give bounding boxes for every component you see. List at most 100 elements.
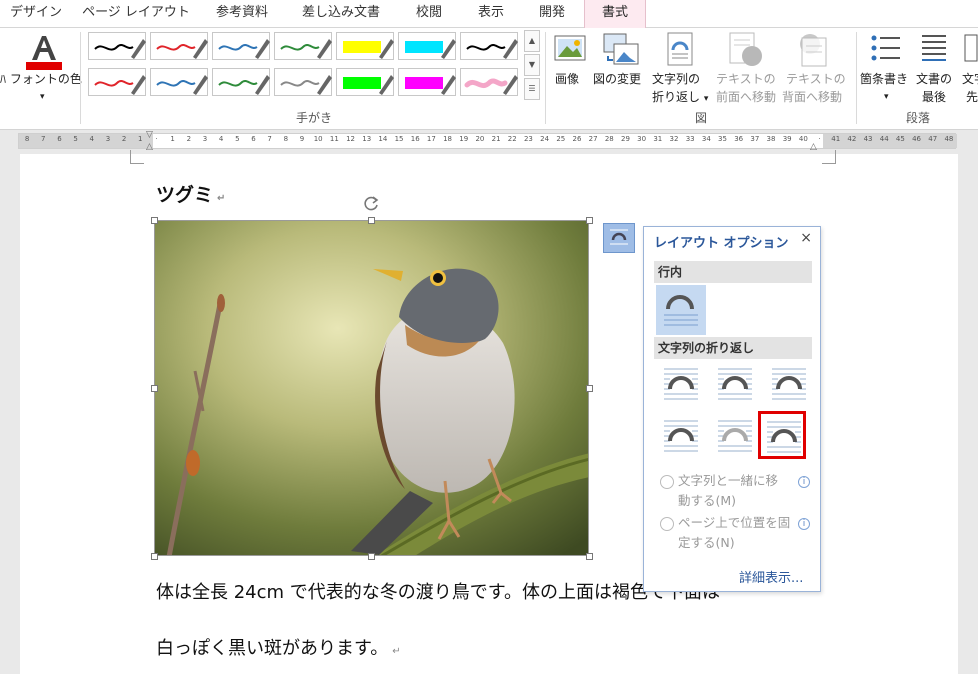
wrap-text-button[interactable] bbox=[664, 32, 696, 66]
pen-option[interactable] bbox=[336, 68, 394, 96]
tab-format[interactable]: 書式 bbox=[584, 0, 646, 28]
info-icon[interactable]: i bbox=[798, 518, 810, 530]
chevron-down-icon[interactable]: ▾ bbox=[40, 88, 45, 106]
body-text-line-1[interactable]: 体は全長 24cm で代表的な冬の渡り鳥です。体の上面は褐色で下面は bbox=[156, 578, 720, 604]
ruler-tick: 4 bbox=[218, 135, 224, 143]
pen-option[interactable] bbox=[150, 32, 208, 60]
ruler-tick: 21 bbox=[491, 135, 501, 143]
see-more-link[interactable]: 詳細表示... bbox=[739, 567, 803, 586]
ruler-tick: 30 bbox=[637, 135, 647, 143]
ruler-tick: 40 bbox=[798, 135, 808, 143]
resize-handle[interactable] bbox=[586, 385, 593, 392]
change-picture-icon bbox=[603, 33, 639, 65]
wrap-option[interactable] bbox=[712, 361, 760, 409]
tab-references[interactable]: 参考資料 bbox=[200, 0, 284, 28]
right-indent-marker[interactable]: △ bbox=[810, 142, 817, 152]
tab-mailings[interactable]: 差し込み文書 bbox=[292, 0, 390, 28]
bird-photo[interactable] bbox=[154, 220, 589, 556]
ruler-tick: 27 bbox=[588, 135, 598, 143]
wrap-option[interactable] bbox=[712, 413, 760, 461]
move-with-text-radio[interactable] bbox=[660, 475, 674, 489]
pen-option[interactable] bbox=[88, 32, 146, 60]
pen-option[interactable] bbox=[460, 32, 518, 60]
move-with-text-label: 文字列と一緒に移 bbox=[678, 473, 779, 488]
pen-option[interactable] bbox=[398, 32, 456, 60]
tab-review[interactable]: 校閲 bbox=[398, 0, 460, 28]
align-icon bbox=[922, 35, 946, 61]
tab-design[interactable]: デザイン bbox=[0, 0, 72, 28]
wrap-section-header: 文字列の折り返し bbox=[654, 337, 812, 359]
bring-forward-button[interactable] bbox=[726, 32, 766, 68]
inline-icon bbox=[664, 295, 698, 326]
pen-icon bbox=[343, 39, 394, 59]
resize-handle[interactable] bbox=[586, 217, 593, 224]
layout-options-button[interactable] bbox=[603, 223, 635, 253]
pen-option[interactable] bbox=[274, 68, 332, 96]
ruler-tick: 28 bbox=[604, 135, 614, 143]
pen-option[interactable] bbox=[212, 68, 270, 96]
gallery-more-button[interactable]: ☰ bbox=[524, 78, 540, 100]
font-color-button[interactable] bbox=[24, 34, 64, 72]
tab-view[interactable]: 表示 bbox=[466, 0, 516, 28]
wrap-option[interactable] bbox=[766, 361, 814, 409]
next-label: 文字 bbox=[962, 72, 978, 86]
ruler-tick: 38 bbox=[766, 135, 776, 143]
gallery-up-button[interactable]: ▲ bbox=[524, 30, 540, 52]
send-backward-label: テキストの bbox=[786, 72, 846, 86]
doc-end-button[interactable] bbox=[918, 32, 954, 66]
pen-option[interactable] bbox=[336, 32, 394, 60]
send-backward-button[interactable] bbox=[796, 32, 836, 68]
resize-handle[interactable] bbox=[368, 553, 375, 560]
margin-corner-mark bbox=[822, 150, 836, 164]
ribbon-tabs: デザイン ページ レイアウト 参考資料 差し込み文書 校閲 表示 開発 書式 bbox=[0, 0, 978, 28]
chevron-down-icon[interactable]: ▾ bbox=[884, 88, 889, 106]
ruler-tick: 33 bbox=[685, 135, 695, 143]
hanging-indent-marker[interactable]: △ bbox=[146, 142, 153, 152]
wrap-option[interactable] bbox=[758, 411, 806, 459]
body-text-line-2[interactable]: 白っぽく黒い斑があります。 ↵ bbox=[156, 634, 401, 660]
group-separator bbox=[80, 32, 81, 124]
fix-position-radio[interactable] bbox=[660, 517, 674, 531]
wrap-text-label: 文字列の bbox=[652, 72, 701, 86]
resize-handle[interactable] bbox=[151, 217, 158, 224]
ruler-tick: 23 bbox=[523, 135, 533, 143]
ruler-tick: 24 bbox=[540, 135, 550, 143]
resize-handle[interactable] bbox=[586, 553, 593, 560]
inline-with-text-option[interactable] bbox=[656, 285, 706, 335]
margin-corner-mark bbox=[130, 150, 144, 164]
ruler-tick: 45 bbox=[895, 135, 905, 143]
tab-page-layout[interactable]: ページ レイアウト bbox=[80, 0, 192, 28]
next-button[interactable] bbox=[962, 32, 978, 66]
info-icon[interactable]: i bbox=[798, 476, 810, 488]
rotate-handle[interactable] bbox=[362, 194, 380, 212]
resize-handle[interactable] bbox=[151, 385, 158, 392]
resize-handle[interactable] bbox=[368, 217, 375, 224]
pen-option[interactable] bbox=[88, 68, 146, 96]
pen-option[interactable] bbox=[150, 68, 208, 96]
close-button[interactable]: × bbox=[800, 230, 812, 246]
wrap-icon bbox=[718, 368, 752, 400]
gallery-down-button[interactable]: ▼ bbox=[524, 54, 540, 76]
ruler-tick: 17 bbox=[426, 135, 436, 143]
next-icon bbox=[964, 34, 978, 62]
document-heading[interactable]: ツグミ ↵ bbox=[156, 180, 225, 207]
ruler-tick: 12 bbox=[346, 135, 355, 143]
ruler-tick: 31 bbox=[653, 135, 663, 143]
wrap-option[interactable] bbox=[658, 413, 706, 461]
ruler-tick: 36 bbox=[734, 135, 744, 143]
pen-option[interactable] bbox=[274, 32, 332, 60]
ruler-tick: 39 bbox=[782, 135, 792, 143]
change-picture-button[interactable] bbox=[602, 32, 640, 66]
wrap-option[interactable] bbox=[658, 361, 706, 409]
ruler-tick: 1 bbox=[170, 135, 175, 143]
pen-option[interactable] bbox=[460, 68, 518, 96]
resize-handle[interactable] bbox=[151, 553, 158, 560]
bullets-button[interactable] bbox=[868, 32, 904, 66]
pen-option[interactable] bbox=[398, 68, 456, 96]
tab-developer[interactable]: 開発 bbox=[524, 0, 580, 28]
insert-picture-button[interactable] bbox=[553, 32, 589, 66]
ruler-tick: 6 bbox=[57, 135, 62, 143]
pen-option[interactable] bbox=[212, 32, 270, 60]
ruler-tick: 13 bbox=[362, 135, 372, 143]
first-line-indent-marker[interactable]: ▽ bbox=[146, 130, 153, 140]
